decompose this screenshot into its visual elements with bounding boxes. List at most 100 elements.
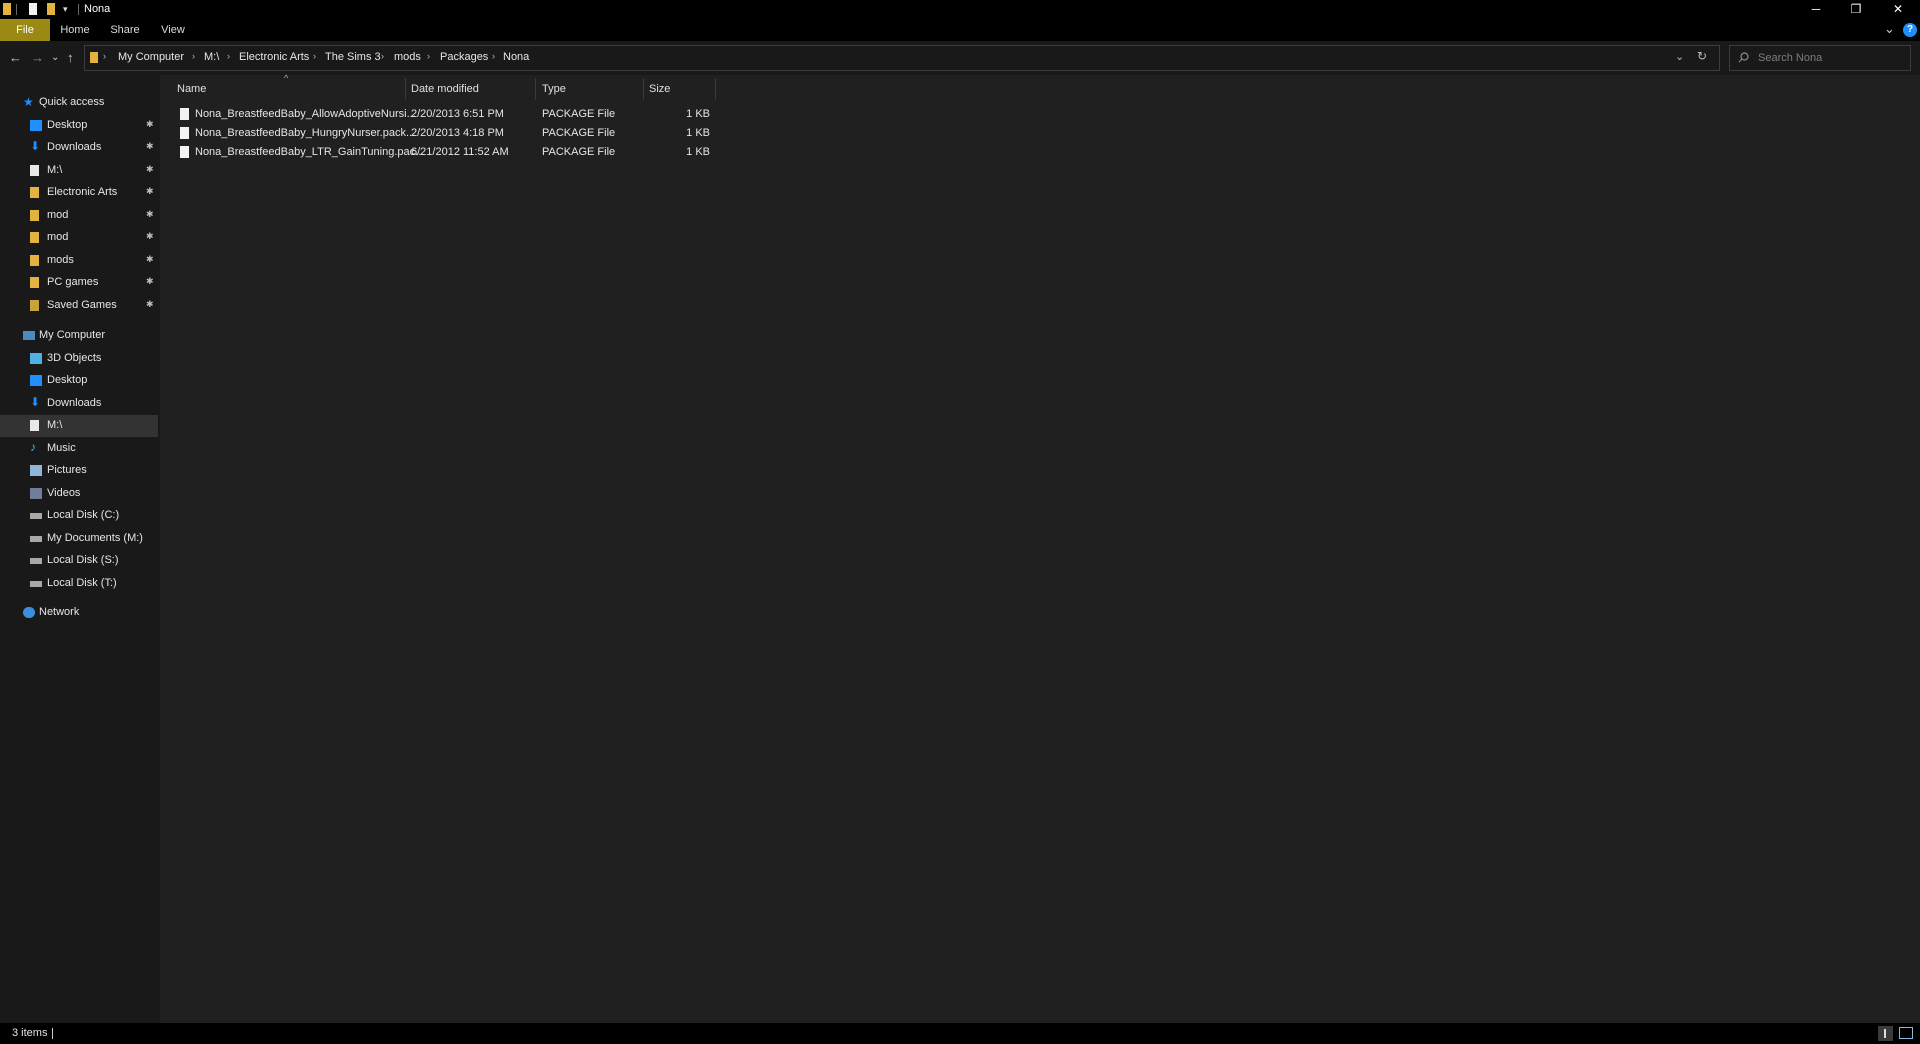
breadcrumb-separator-icon: › bbox=[381, 51, 384, 61]
nav-qa-mods[interactable]: mods ✱ bbox=[0, 250, 158, 272]
pin-icon: ✱ bbox=[146, 186, 154, 196]
file-row[interactable]: Nona_BreastfeedBaby_LTR_GainTuning.pac..… bbox=[174, 143, 876, 162]
restore-button[interactable]: ❐ bbox=[1836, 0, 1876, 19]
column-divider[interactable] bbox=[715, 78, 716, 100]
nav-music[interactable]: ♪ Music bbox=[0, 438, 158, 460]
file-type: PACKAGE File bbox=[542, 127, 616, 139]
up-button[interactable]: ↑ bbox=[67, 50, 74, 66]
column-divider[interactable] bbox=[405, 78, 406, 100]
search-box[interactable] bbox=[1729, 45, 1911, 71]
nav-qa-electronic-arts[interactable]: Electronic Arts ✱ bbox=[0, 182, 158, 204]
pin-icon: ✱ bbox=[146, 164, 154, 174]
pin-icon: ✱ bbox=[146, 299, 154, 309]
back-button[interactable]: ← bbox=[9, 50, 22, 66]
drive-doc-icon bbox=[30, 165, 39, 176]
folder-icon bbox=[30, 210, 39, 221]
close-button[interactable]: ✕ bbox=[1878, 0, 1918, 19]
file-row[interactable]: Nona_BreastfeedBaby_HungryNurser.pack...… bbox=[174, 124, 876, 143]
file-size: 1 KB bbox=[686, 127, 710, 139]
pin-icon: ✱ bbox=[146, 209, 154, 219]
cube-icon bbox=[30, 353, 42, 364]
tab-file[interactable]: File bbox=[0, 19, 50, 41]
computer-icon bbox=[23, 331, 35, 340]
nav-qa-downloads[interactable]: ⬇ Downloads ✱ bbox=[0, 137, 158, 159]
file-row[interactable]: Nona_BreastfeedBaby_AllowAdoptiveNursi..… bbox=[174, 105, 876, 124]
nav-qa-mod-2[interactable]: mod ✱ bbox=[0, 227, 158, 249]
column-header-name[interactable]: Name bbox=[177, 83, 206, 101]
tab-home[interactable]: Home bbox=[54, 19, 96, 41]
address-row: ← → ⌄ ↑ › My Computer › M:\ › Electronic… bbox=[0, 41, 1920, 75]
column-header-type[interactable]: Type bbox=[542, 83, 566, 101]
column-header-date-modified[interactable]: Date modified bbox=[411, 83, 479, 101]
breadcrumb-m-drive[interactable]: M:\ bbox=[204, 51, 219, 63]
forward-button[interactable]: → bbox=[31, 50, 44, 66]
nav-desktop[interactable]: Desktop bbox=[0, 370, 158, 392]
file-date: 2/20/2013 4:18 PM bbox=[411, 127, 504, 139]
folder-icon bbox=[90, 52, 98, 63]
pin-icon: ✱ bbox=[146, 276, 154, 286]
nav-m-drive[interactable]: M:\ bbox=[0, 415, 158, 437]
nav-qa-desktop[interactable]: Desktop ✱ bbox=[0, 115, 158, 137]
new-folder-icon[interactable] bbox=[47, 3, 55, 15]
disk-icon bbox=[30, 581, 42, 587]
nav-qa-saved-games[interactable]: Saved Games ✱ bbox=[0, 295, 158, 317]
breadcrumb-nona[interactable]: Nona bbox=[503, 51, 529, 63]
navigation-pane: ★ Quick access Desktop ✱ ⬇ Downloads ✱ M… bbox=[0, 75, 159, 1023]
recent-locations-button[interactable]: ⌄ bbox=[51, 50, 59, 66]
nav-my-documents-m[interactable]: My Documents (M:) bbox=[0, 528, 158, 550]
network-icon bbox=[23, 607, 35, 618]
breadcrumb-separator-icon: › bbox=[313, 51, 316, 61]
nav-local-disk-c[interactable]: Local Disk (C:) bbox=[0, 505, 158, 527]
nav-pictures[interactable]: Pictures bbox=[0, 460, 158, 482]
breadcrumb-separator-icon: › bbox=[192, 51, 195, 61]
minimize-button[interactable]: ─ bbox=[1796, 0, 1836, 19]
address-dropdown-icon[interactable]: ⌄ bbox=[1675, 50, 1684, 63]
nav-quick-access[interactable]: ★ Quick access bbox=[0, 92, 158, 114]
pin-icon: ✱ bbox=[146, 254, 154, 264]
nav-videos[interactable]: Videos bbox=[0, 483, 158, 505]
properties-icon[interactable] bbox=[29, 3, 37, 15]
divider bbox=[78, 4, 79, 15]
breadcrumb-mods[interactable]: mods bbox=[394, 51, 421, 63]
star-icon: ★ bbox=[23, 95, 34, 109]
saved-games-icon bbox=[30, 300, 39, 311]
column-divider[interactable] bbox=[535, 78, 536, 100]
pin-icon: ✱ bbox=[146, 231, 154, 241]
large-icons-view-button[interactable] bbox=[1899, 1027, 1913, 1039]
desktop-icon bbox=[30, 120, 42, 131]
column-header-size[interactable]: Size bbox=[649, 83, 670, 101]
search-input[interactable] bbox=[1756, 48, 1908, 68]
nav-3d-objects[interactable]: 3D Objects bbox=[0, 348, 158, 370]
column-divider[interactable] bbox=[643, 78, 644, 100]
file-type: PACKAGE File bbox=[542, 146, 616, 158]
nav-qa-pc-games[interactable]: PC games ✱ bbox=[0, 272, 158, 294]
file-icon bbox=[180, 146, 189, 158]
folder-icon bbox=[30, 277, 39, 288]
file-size: 1 KB bbox=[686, 146, 710, 158]
help-icon[interactable]: ? bbox=[1903, 23, 1917, 37]
nav-qa-mod[interactable]: mod ✱ bbox=[0, 205, 158, 227]
details-view-button[interactable] bbox=[1878, 1026, 1893, 1041]
pin-icon: ✱ bbox=[146, 119, 154, 129]
file-date: 6/21/2012 11:52 AM bbox=[411, 146, 509, 158]
ribbon-expand-icon[interactable]: ⌄ bbox=[1884, 21, 1895, 37]
nav-local-disk-t[interactable]: Local Disk (T:) bbox=[0, 573, 158, 595]
refresh-icon[interactable]: ↻ bbox=[1697, 49, 1707, 63]
breadcrumb-my-computer[interactable]: My Computer bbox=[118, 51, 184, 63]
nav-network[interactable]: Network bbox=[0, 602, 158, 624]
folder-icon bbox=[30, 232, 39, 243]
file-date: 2/20/2013 6:51 PM bbox=[411, 108, 504, 120]
customize-quick-access-icon[interactable]: ▾ bbox=[63, 3, 73, 15]
nav-downloads[interactable]: ⬇ Downloads bbox=[0, 393, 158, 415]
address-bar[interactable]: › My Computer › M:\ › Electronic Arts › … bbox=[84, 45, 1720, 71]
file-type: PACKAGE File bbox=[542, 108, 616, 120]
divider bbox=[52, 1028, 53, 1039]
tab-share[interactable]: Share bbox=[104, 19, 146, 41]
nav-local-disk-s[interactable]: Local Disk (S:) bbox=[0, 550, 158, 572]
nav-my-computer[interactable]: My Computer bbox=[0, 325, 158, 347]
breadcrumb-the-sims-3[interactable]: The Sims 3 bbox=[325, 51, 381, 63]
breadcrumb-packages[interactable]: Packages bbox=[440, 51, 488, 63]
tab-view[interactable]: View bbox=[154, 19, 192, 41]
breadcrumb-electronic-arts[interactable]: Electronic Arts bbox=[239, 51, 309, 63]
nav-qa-m-drive[interactable]: M:\ ✱ bbox=[0, 160, 158, 182]
